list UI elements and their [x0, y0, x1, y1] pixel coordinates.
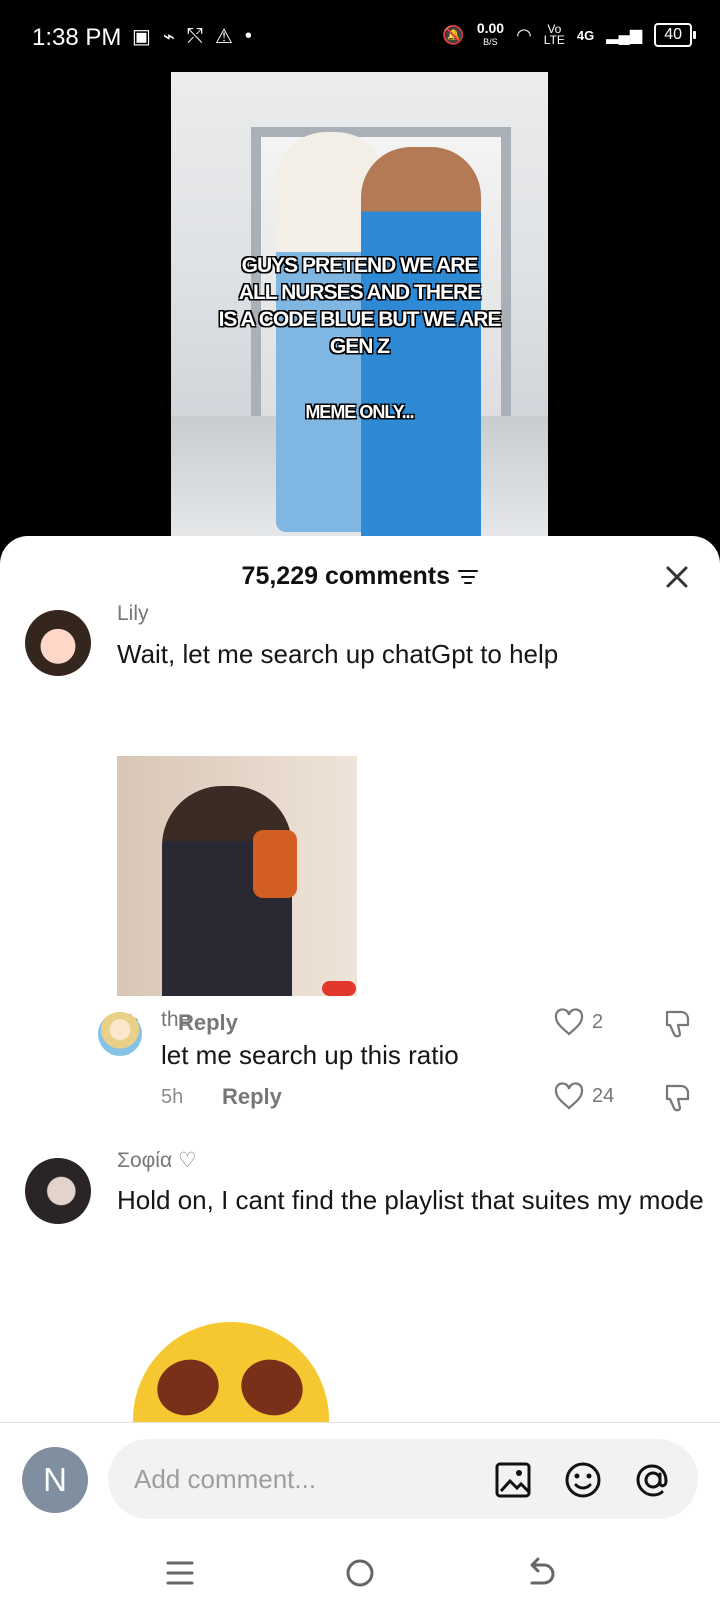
speed-value: 0.00: [476, 20, 505, 36]
muted-bell-icon: 🔕: [442, 24, 465, 45]
caption-line: ALL NURSES AND THERE: [238, 281, 481, 304]
usb-icon: ⌁: [162, 26, 175, 48]
comment-username[interactable]: Σοφία ♡: [117, 1148, 197, 1173]
battery-indicator: 40: [654, 23, 696, 47]
at-icon[interactable]: [632, 1459, 674, 1501]
video-caption: GUYS PRETEND WE ARE ALL NURSES AND THERE…: [171, 252, 548, 360]
status-time: 1:38 PM: [32, 24, 122, 51]
thumbs-down-icon[interactable]: [660, 1082, 696, 1114]
reply-button[interactable]: Reply: [222, 1084, 282, 1110]
comment-text: Wait, let me search up chatGpt to help: [117, 639, 559, 669]
heart-icon: [554, 1082, 584, 1110]
comment-time: 5h: [161, 1086, 184, 1108]
home-icon[interactable]: [340, 1553, 380, 1593]
signal-icon: ▂▄▆: [606, 27, 643, 44]
thumbs-down-icon[interactable]: [660, 1008, 696, 1040]
system-navigation: [0, 1543, 720, 1613]
warning-icon: ⚠: [214, 26, 233, 48]
avatar[interactable]: [25, 1158, 91, 1224]
user-avatar[interactable]: N: [22, 1447, 88, 1513]
photo-phone: [253, 830, 297, 898]
like-count: 2: [592, 1010, 604, 1033]
volte-indicator: Vo LTE: [543, 23, 565, 47]
caption-line: GEN Z: [329, 335, 390, 358]
comments-header: 75,229 comments: [0, 562, 720, 602]
close-icon[interactable]: [662, 562, 692, 592]
video-sub-caption: MEME ONLY...: [305, 402, 414, 422]
caption-line: GUYS PRETEND WE ARE: [241, 254, 479, 277]
sticker-eye: [150, 1351, 226, 1424]
wifi-icon: ◠: [516, 24, 532, 45]
network-type: 4G: [576, 27, 595, 43]
comment-text: Hold on, I cant find the playlist that s…: [117, 1185, 704, 1215]
emoji-icon[interactable]: [562, 1459, 604, 1501]
comment-image[interactable]: [117, 756, 357, 996]
screenshot-icon: ▣: [132, 26, 151, 48]
comment-input[interactable]: [108, 1439, 698, 1519]
filter-icon[interactable]: [458, 569, 479, 585]
lte-label: LTE: [543, 33, 565, 47]
speed-unit: B/S: [483, 37, 498, 47]
video-preview[interactable]: GUYS PRETEND WE ARE ALL NURSES AND THERE…: [171, 72, 548, 536]
comment-composer-bar: N: [0, 1422, 720, 1613]
heart-icon: [554, 1008, 584, 1036]
avatar[interactable]: [25, 610, 91, 676]
comment-username[interactable]: Lily: [117, 602, 149, 626]
notification-icons: ▣ ⌁ ⤲ ⚠ •: [132, 24, 252, 49]
avatar[interactable]: [98, 1012, 142, 1056]
like-count: 24: [592, 1084, 615, 1107]
photo-object: [322, 981, 356, 996]
back-icon[interactable]: [520, 1553, 560, 1593]
caption-line: IS A CODE BLUE BUT WE ARE: [218, 308, 502, 331]
image-icon[interactable]: [492, 1459, 534, 1501]
comment-text: let me search up this ratio: [161, 1040, 459, 1070]
menu-icon[interactable]: [160, 1553, 200, 1593]
sticker-eye: [234, 1351, 310, 1424]
comment-sofia: Σοφία ♡ Hold on, I cant find the playlis…: [0, 1138, 720, 1458]
status-bar: 1:38 PM ▣ ⌁ ⤲ ⚠ • 🔕 0.00 B/S ◠ Vo LTE 4G…: [0, 0, 720, 80]
like-button[interactable]: 2: [554, 1008, 603, 1036]
dot-icon: •: [244, 25, 252, 47]
comment-count: 75,229 comments: [241, 562, 450, 590]
data-speed: 0.00 B/S: [476, 20, 505, 48]
missed-call-icon: ⤲: [186, 25, 203, 47]
like-button[interactable]: 24: [554, 1082, 614, 1110]
system-status: 🔕 0.00 B/S ◠ Vo LTE 4G ▂▄▆ 40: [442, 20, 696, 48]
comment-username[interactable]: the: [161, 1008, 190, 1032]
